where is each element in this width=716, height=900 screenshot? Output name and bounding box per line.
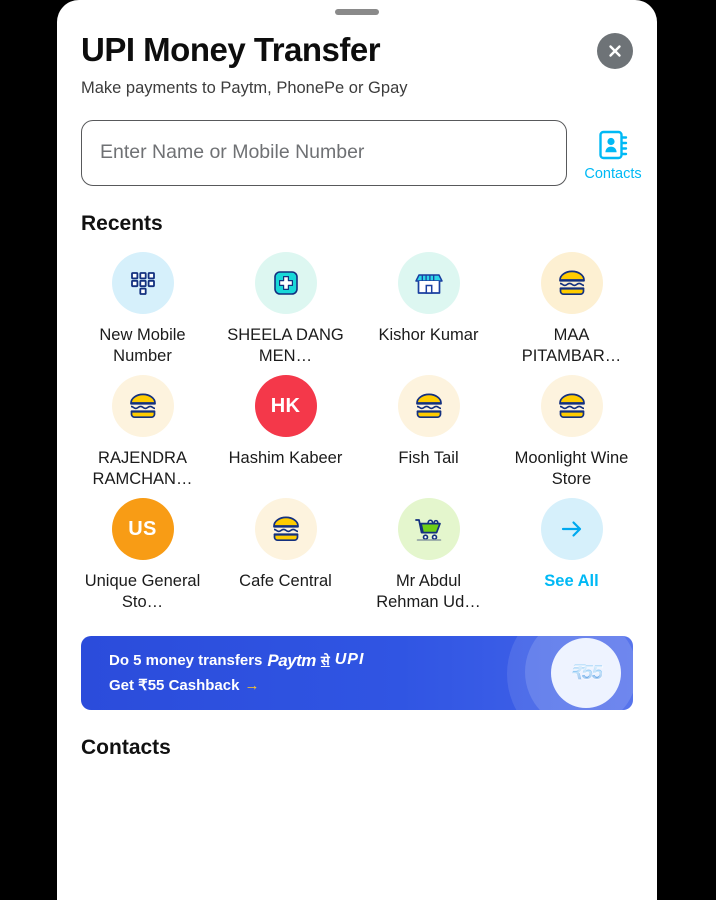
avatar xyxy=(397,498,460,561)
avatar xyxy=(540,251,603,314)
avatar xyxy=(540,498,603,561)
recent-item-label: Mr Abdul Rehman Ud… xyxy=(376,572,481,612)
pharmacy-cross-icon xyxy=(273,271,298,295)
recents-grid: New Mobile Number SHEELA DANG MEN… Kisho… xyxy=(57,236,657,620)
recent-item-maa-pitambar[interactable]: MAA PITAMBAR… xyxy=(500,251,643,373)
promo-cashback-text: Get ₹55 Cashback xyxy=(109,676,240,694)
recent-item-label: Fish Tail xyxy=(398,449,459,468)
promo-se-text: से xyxy=(320,652,330,668)
avatar xyxy=(397,251,460,314)
promo-arrow-icon: → xyxy=(244,676,260,694)
recent-item-label: MAA PITAMBAR… xyxy=(521,325,622,366)
burger-icon xyxy=(558,393,585,419)
close-icon xyxy=(609,45,621,57)
arrow-right-icon xyxy=(561,521,581,537)
avatar: HK xyxy=(254,375,317,438)
promo-line-1: Do 5 money transfers Paytm से UPI xyxy=(109,648,633,674)
recent-item-label: Moonlight Wine Store xyxy=(514,449,629,489)
recent-item-rajendra-ramchan[interactable]: RAJENDRA RAMCHAN… xyxy=(71,375,214,496)
storefront-icon xyxy=(414,274,443,294)
recent-item-fish-tail[interactable]: Fish Tail xyxy=(357,375,500,496)
avatar: US xyxy=(111,498,174,561)
search-input[interactable] xyxy=(81,119,567,186)
recent-item-moonlight-wine-store[interactable]: Moonlight Wine Store xyxy=(500,375,643,496)
recent-item-label: Unique General Sto… xyxy=(84,572,201,612)
avatar xyxy=(111,251,174,314)
recent-item-label: SHEELA DANG MEN… xyxy=(227,325,344,366)
search-row: Contacts xyxy=(57,98,657,186)
burger-icon xyxy=(415,393,442,419)
recent-item-cafe-central[interactable]: Cafe Central xyxy=(214,498,357,619)
dialpad-icon xyxy=(130,272,155,295)
contacts-shortcut-label: Contacts xyxy=(584,165,642,182)
burger-icon xyxy=(272,516,299,542)
avatar xyxy=(111,375,174,438)
avatar xyxy=(540,375,603,438)
avatar xyxy=(254,498,317,561)
avatar-initials: US xyxy=(128,517,157,540)
recent-item-new-mobile-number[interactable]: New Mobile Number xyxy=(71,251,214,373)
promo-banner[interactable]: ₹55 Do 5 money transfers Paytm से UPI Ge… xyxy=(81,635,633,710)
paytm-brand-text: Paytm xyxy=(267,650,316,670)
promo-line1-prefix: Do 5 money transfers xyxy=(109,652,263,670)
page-subtitle: Make payments to Paytm, PhonePe or Gpay xyxy=(81,78,408,97)
close-button[interactable] xyxy=(597,33,633,69)
recent-item-hashim-kabeer[interactable]: HK Hashim Kabeer xyxy=(214,375,357,496)
recent-item-kishor-kumar[interactable]: Kishor Kumar xyxy=(357,251,500,373)
avatar xyxy=(254,251,317,314)
recents-heading: Recents xyxy=(81,211,163,235)
recent-item-label: Kishor Kumar xyxy=(378,325,479,344)
page-title: UPI Money Transfer xyxy=(81,31,381,68)
recent-item-see-all[interactable]: See All xyxy=(500,498,643,619)
recent-item-label: Hashim Kabeer xyxy=(228,449,343,468)
recent-item-sheela-dang[interactable]: SHEELA DANG MEN… xyxy=(214,251,357,373)
recent-item-label: See All xyxy=(544,572,599,591)
burger-icon xyxy=(558,270,585,295)
sheet-header: UPI Money Transfer Make payments to Payt… xyxy=(57,15,657,98)
bottom-sheet: UPI Money Transfer Make payments to Payt… xyxy=(57,0,657,900)
promo-text: Do 5 money transfers Paytm से UPI Get ₹5… xyxy=(81,636,633,698)
recent-item-unique-general-store[interactable]: US Unique General Sto… xyxy=(71,498,214,619)
recent-item-label: New Mobile Number xyxy=(99,325,186,366)
contact-book-icon xyxy=(599,130,628,160)
burger-icon xyxy=(129,393,156,419)
recent-item-label: RAJENDRA RAMCHAN… xyxy=(92,449,193,489)
recent-item-mr-abdul-rehman[interactable]: Mr Abdul Rehman Ud… xyxy=(357,498,500,619)
promo-line-2: Get ₹55 Cashback → xyxy=(109,674,633,697)
shopping-cart-icon xyxy=(414,519,441,542)
avatar xyxy=(397,375,460,438)
upi-brand-text: UPI xyxy=(334,651,365,669)
recent-item-label: Cafe Central xyxy=(239,572,332,591)
contacts-shortcut-button[interactable]: Contacts xyxy=(577,120,649,182)
avatar-initials: HK xyxy=(270,394,301,417)
contacts-section-heading: Contacts xyxy=(81,735,171,759)
